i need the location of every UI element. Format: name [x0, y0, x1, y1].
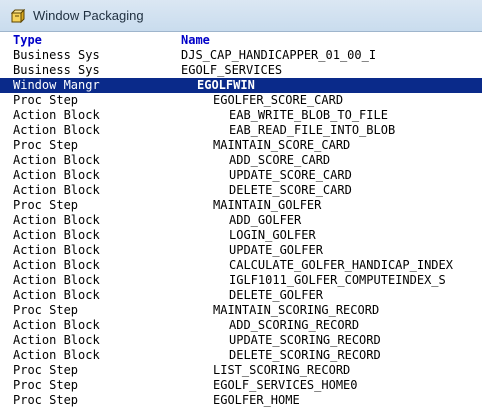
item-name-label: EGOLF_SERVICES_HOME0 [213, 378, 358, 392]
list-item[interactable]: Proc Step EGOLFER_SCORE_CARD [0, 93, 482, 108]
list-header-row: Type Name [0, 33, 482, 48]
item-name-label: ADD_GOLFER [229, 213, 302, 227]
list-item[interactable]: Proc Step EGOLFER_HOME [0, 393, 482, 408]
window-title: Window Packaging [33, 8, 144, 23]
list-item[interactable]: Action Block EAB_READ_FILE_INTO_BLOB [0, 123, 482, 138]
item-name-label: EGOLFER_HOME [213, 393, 300, 407]
item-name-label: MAINTAIN_SCORING_RECORD [213, 303, 380, 317]
item-type-label: Business Sys [13, 63, 100, 77]
item-name-label: IGLF1011_GOLFER_COMPUTEINDEX_S [229, 273, 446, 287]
list-item[interactable]: Action Block ADD_SCORING_RECORD [0, 318, 482, 333]
list-item[interactable]: Action Block DELETE_GOLFER [0, 288, 482, 303]
list-item[interactable]: Proc Step MAINTAIN_SCORE_CARD [0, 138, 482, 153]
list-item[interactable]: Action Block ADD_GOLFER [0, 213, 482, 228]
list-item[interactable]: Business Sys DJS_CAP_HANDICAPPER_01_00_I [0, 48, 482, 63]
list-item[interactable]: Proc Step LIST_SCORING_RECORD [0, 363, 482, 378]
item-type-label: Window Mangr [13, 78, 100, 92]
item-type-label: Proc Step [13, 198, 79, 212]
list-item[interactable]: Action Block UPDATE_SCORING_RECORD [0, 333, 482, 348]
list-item[interactable]: Action Block EAB_WRITE_BLOB_TO_FILE [0, 108, 482, 123]
item-name-label: ADD_SCORING_RECORD [229, 318, 360, 332]
item-type-label: Action Block [13, 183, 100, 197]
item-type-label: Action Block [13, 333, 100, 347]
list-item[interactable]: Action Block UPDATE_SCORE_CARD [0, 168, 482, 183]
package-icon [11, 9, 25, 23]
list-item[interactable]: Proc Step MAINTAIN_SCORING_RECORD [0, 303, 482, 318]
item-name-label: CALCULATE_GOLFER_HANDICAP_INDEX [229, 258, 453, 272]
item-name-label: LOGIN_GOLFER [229, 228, 316, 242]
list-item[interactable]: Action Block DELETE_SCORING_RECORD [0, 348, 482, 363]
item-name-label: DELETE_SCORING_RECORD [229, 348, 381, 362]
item-type-label: Action Block [13, 213, 100, 227]
item-type-label: Proc Step [13, 378, 79, 392]
item-type-label: Action Block [13, 258, 100, 272]
item-type-label: Proc Step [13, 93, 79, 107]
item-name-label: EGOLFER_SCORE_CARD [213, 93, 344, 107]
list-item[interactable]: Action Block DELETE_SCORE_CARD [0, 183, 482, 198]
item-type-label: Action Block [13, 348, 100, 362]
item-name-label: UPDATE_SCORE_CARD [229, 168, 352, 182]
list-item[interactable]: Action Block CALCULATE_GOLFER_HANDICAP_IN… [0, 258, 482, 273]
item-type-label: Action Block [13, 153, 100, 167]
item-name-label: DELETE_SCORE_CARD [229, 183, 352, 197]
item-name-label: EAB_READ_FILE_INTO_BLOB [229, 123, 396, 137]
packaging-list-panel: Type Name Business Sys DJS_CAP_HANDICAPPE… [0, 32, 482, 413]
item-type-label: Action Block [13, 288, 100, 302]
item-type-label: Action Block [13, 228, 100, 242]
item-name-label: ADD_SCORE_CARD [229, 153, 331, 167]
list-item[interactable]: Action Block UPDATE_GOLFER [0, 243, 482, 258]
list-item[interactable]: Business Sys EGOLF_SERVICES [0, 63, 482, 78]
item-type-label: Business Sys [13, 48, 100, 62]
column-header-name: Name [181, 33, 210, 47]
list-item[interactable]: Proc Step MAINTAIN_GOLFER [0, 198, 482, 213]
item-name-label: DELETE_GOLFER [229, 288, 323, 302]
list-item[interactable]: Action Block LOGIN_GOLFER [0, 228, 482, 243]
column-header-type: Type [13, 33, 42, 47]
item-type-label: Action Block [13, 108, 100, 122]
item-type-label: Proc Step [13, 363, 79, 377]
item-name-label: UPDATE_GOLFER [229, 243, 323, 257]
window-packaging-window: Window Packaging Type Name Business Sys D… [0, 0, 482, 413]
item-type-label: Action Block [13, 168, 100, 182]
item-name-label: EGOLF_SERVICES [181, 63, 283, 77]
packaging-tree-list[interactable]: Type Name Business Sys DJS_CAP_HANDICAPPE… [0, 33, 482, 408]
list-item[interactable]: Proc Step EGOLF_SERVICES_HOME0 [0, 378, 482, 393]
item-name-label: EAB_WRITE_BLOB_TO_FILE [229, 108, 388, 122]
item-type-label: Action Block [13, 318, 100, 332]
list-item[interactable]: Action Block ADD_SCORE_CARD [0, 153, 482, 168]
item-name-label: LIST_SCORING_RECORD [213, 363, 351, 377]
item-name-label: UPDATE_SCORING_RECORD [229, 333, 381, 347]
item-type-label: Action Block [13, 243, 100, 257]
list-item[interactable]: Action Block IGLF1011_GOLFER_COMPUTEINDEX… [0, 273, 482, 288]
title-bar[interactable]: Window Packaging [0, 0, 482, 32]
item-name-label: MAINTAIN_GOLFER [213, 198, 322, 212]
item-type-label: Proc Step [13, 303, 79, 317]
item-name-label: EGOLFWIN [197, 78, 255, 92]
item-type-label: Proc Step [13, 138, 79, 152]
list-item-selected[interactable]: Window Mangr EGOLFWIN [0, 78, 482, 93]
item-name-label: DJS_CAP_HANDICAPPER_01_00_I [181, 48, 377, 62]
item-type-label: Action Block [13, 273, 100, 287]
item-type-label: Proc Step [13, 393, 79, 407]
item-name-label: MAINTAIN_SCORE_CARD [213, 138, 351, 152]
item-type-label: Action Block [13, 123, 100, 137]
